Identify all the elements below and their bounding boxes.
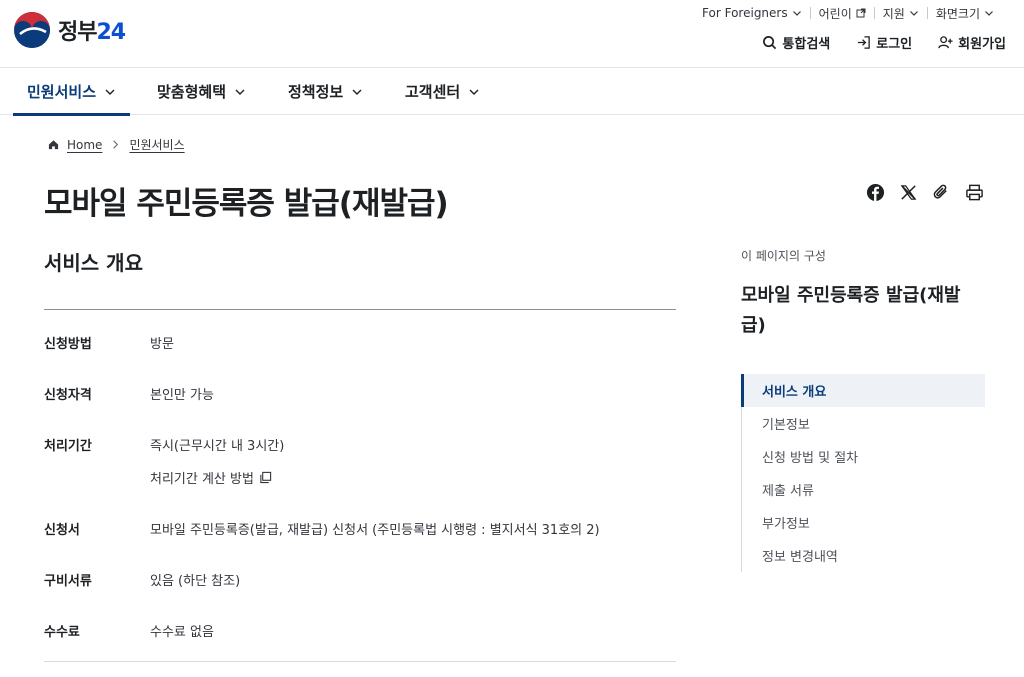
toc-item-overview[interactable]: 서비스 개요: [741, 374, 985, 407]
copy-window-icon: [260, 471, 272, 484]
screen-size-menu[interactable]: 화면크기: [928, 5, 1002, 21]
utility-bar: For Foreigners 어린이 지원 화면크기: [694, 5, 1002, 21]
share-tools: [866, 183, 984, 202]
chevron-down-icon: [105, 89, 115, 95]
info-row-fee: 수수료 수수료 없음: [44, 621, 214, 640]
header-actions: 통합검색 로그인 회원가입: [762, 33, 1006, 52]
page-title: 모바일 주민등록증 발급(재발급): [44, 186, 449, 222]
integrated-search-button[interactable]: 통합검색: [762, 33, 830, 52]
info-value: 본인만 가능: [150, 388, 214, 403]
breadcrumb: Home 민원서비스: [48, 136, 185, 153]
info-label: 신청자격: [44, 388, 92, 403]
toc-item-change-history[interactable]: 정보 변경내역: [742, 539, 985, 572]
toc-item-documents[interactable]: 제출 서류: [742, 473, 985, 506]
info-row-period: 처리기간 즉시(근무시간 내 3시간): [44, 435, 284, 454]
government-emblem-icon: [14, 12, 50, 48]
login-icon: [858, 36, 871, 49]
chevron-right-icon: [113, 140, 119, 149]
x-twitter-icon[interactable]: [899, 183, 918, 202]
gnb-customer-center[interactable]: 고객센터: [405, 68, 480, 115]
breadcrumb-current[interactable]: 민원서비스: [129, 136, 184, 153]
for-foreigners-menu[interactable]: For Foreigners: [694, 5, 810, 21]
section-divider: [44, 309, 676, 310]
toc-title: 모바일 주민등록증 발급(재발급): [741, 285, 961, 336]
site-header: 정부24 For Foreigners 어린이 지원 화면크기 통합검색 로그인…: [0, 0, 1024, 68]
toc-item-extra-info[interactable]: 부가정보: [742, 506, 985, 539]
toc-item-procedure[interactable]: 신청 방법 및 절차: [742, 440, 985, 473]
info-value: 즉시(근무시간 내 3시간): [150, 439, 285, 454]
signup-button[interactable]: 회원가입: [938, 33, 1006, 52]
info-value: 수수료 없음: [150, 625, 214, 640]
info-label: 처리기간: [44, 439, 92, 454]
section-divider-bottom: [44, 661, 676, 662]
add-user-icon: [938, 36, 953, 49]
chevron-down-icon: [469, 89, 479, 95]
print-icon[interactable]: [965, 183, 984, 202]
chevron-down-icon: [909, 11, 918, 16]
info-label: 신청서: [44, 523, 80, 538]
login-button[interactable]: 로그인: [856, 33, 912, 52]
home-icon: [48, 140, 59, 150]
logo-text: 정부24: [58, 20, 126, 45]
info-label: 구비서류: [44, 574, 92, 589]
info-row-eligibility: 신청자격 본인만 가능: [44, 384, 214, 403]
breadcrumb-home[interactable]: Home: [67, 138, 102, 152]
chevron-down-icon: [985, 11, 993, 16]
info-row-docs: 구비서류 있음 (하단 참조): [44, 570, 240, 589]
gnb-custom-benefits[interactable]: 맞춤형혜택: [157, 68, 246, 115]
info-row-form: 신청서 모바일 주민등록증(발급, 재발급) 신청서 (주민등록법 시행령 : …: [44, 519, 600, 538]
gnb-policy-info[interactable]: 정책정보: [288, 68, 363, 115]
info-label: 신청방법: [44, 337, 92, 352]
info-value: 방문: [150, 337, 174, 352]
support-menu[interactable]: 지원: [875, 5, 927, 21]
chevron-down-icon: [235, 89, 245, 95]
chevron-down-icon: [352, 89, 362, 95]
info-row-method: 신청방법 방문: [44, 333, 174, 352]
toc-item-basic-info[interactable]: 기본정보: [742, 407, 985, 440]
info-label: 수수료: [44, 625, 80, 640]
site-logo[interactable]: 정부24: [12, 10, 126, 50]
main-navigation: 민원서비스 맞춤형혜택 정책정보 고객센터: [0, 68, 1024, 116]
kids-link[interactable]: 어린이: [811, 5, 874, 21]
paperclip-icon[interactable]: [932, 183, 951, 202]
info-value: 있음 (하단 참조): [150, 574, 241, 589]
chevron-down-icon: [792, 11, 801, 16]
info-value: 모바일 주민등록증(발급, 재발급) 신청서 (주민등록법 시행령 : 별지서식…: [150, 523, 600, 538]
toc-caption: 이 페이지의 구성: [741, 249, 826, 263]
gnb-civil-services[interactable]: 민원서비스: [12, 68, 131, 116]
section-title: 서비스 개요: [44, 251, 143, 275]
external-link-icon: [856, 8, 866, 18]
facebook-icon[interactable]: [866, 183, 885, 202]
processing-time-calc-link[interactable]: 처리기간 계산 방법: [150, 468, 272, 487]
toc-list: 서비스 개요 기본정보 신청 방법 및 절차 제출 서류 부가정보 정보 변경내…: [741, 374, 985, 572]
search-icon: [763, 36, 777, 50]
